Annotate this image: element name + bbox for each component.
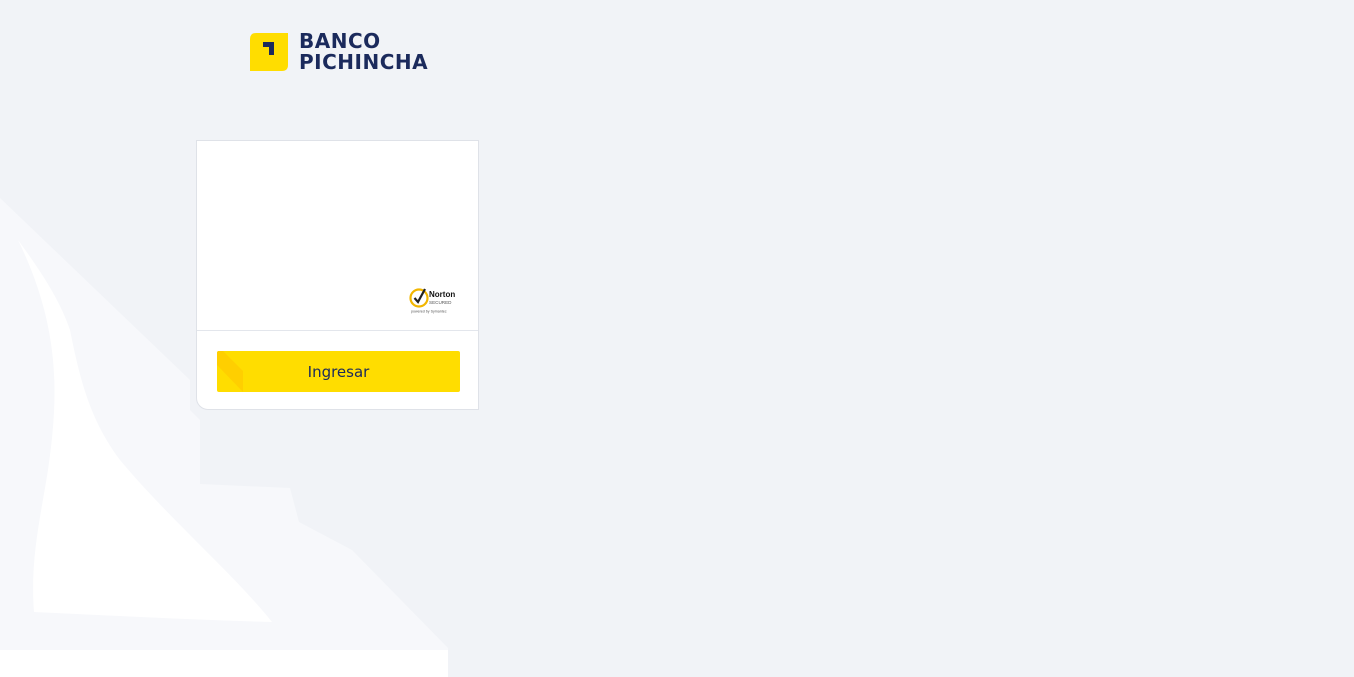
login-card-footer: Ingresar [197, 331, 478, 411]
brand-logo[interactable]: BANCO PICHINCHA [250, 31, 428, 73]
norton-secured-icon: Norton SECURED powered by Symantec [409, 288, 455, 314]
brand-name: BANCO PICHINCHA [299, 31, 428, 73]
brand-name-line2: PICHINCHA [299, 50, 429, 74]
login-card: Norton SECURED powered by Symantec Ingre… [196, 140, 479, 410]
norton-powered-by: powered by Symantec [411, 310, 447, 314]
norton-title: Norton [429, 290, 455, 299]
brand-name-line1: BANCO [299, 29, 381, 53]
login-card-body: Norton SECURED powered by Symantec [197, 141, 478, 331]
button-accent-shape [217, 351, 243, 392]
ingresar-button[interactable]: Ingresar [217, 351, 460, 392]
banco-pichincha-logo-icon [250, 33, 288, 71]
ingresar-button-label: Ingresar [307, 362, 370, 381]
norton-subtitle: SECURED [429, 300, 452, 305]
login-page: BANCO PICHINCHA Norton SECURED powered b… [0, 0, 1354, 677]
